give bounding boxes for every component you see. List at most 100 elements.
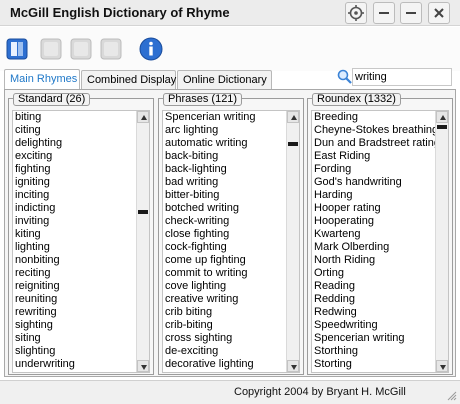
roundex-listbox[interactable]: Breeding Cheyne-Stokes breathing Dun and B… [311, 110, 449, 373]
list-item[interactable]: underwriting [15, 358, 137, 371]
list-item[interactable]: lighting [15, 241, 137, 254]
list-item[interactable]: close fighting [165, 228, 287, 241]
list-item[interactable]: nonbiting [15, 254, 137, 267]
scroll-up-button[interactable] [137, 111, 149, 123]
tab-main-rhymes[interactable]: Main Rhymes [4, 69, 80, 90]
window-title: McGill English Dictionary of Rhyme [10, 5, 230, 20]
dictionary-button[interactable] [4, 36, 30, 62]
list-item[interactable]: East Riding [314, 150, 436, 163]
close-icon [434, 8, 444, 18]
list-item[interactable]: Speedwriting [314, 319, 436, 332]
blank-icon [70, 38, 92, 60]
list-item[interactable]: check-writing [165, 215, 287, 228]
list-item[interactable]: de-exciting [165, 345, 287, 358]
list-item[interactable]: Kwarteng [314, 228, 436, 241]
phrases-group-label: Phrases (121) [163, 93, 243, 106]
list-item[interactable]: Breeding [314, 111, 436, 124]
list-item[interactable]: commit to writing [165, 267, 287, 280]
list-item[interactable]: Storthing [314, 345, 436, 358]
scroll-up-button[interactable] [287, 111, 299, 123]
scroll-thumb[interactable] [437, 125, 447, 129]
list-item[interactable]: cock-fighting [165, 241, 287, 254]
toolbar-button-4[interactable] [98, 36, 124, 62]
list-item[interactable]: crib-biting [165, 319, 287, 332]
list-item[interactable]: sighting [15, 319, 137, 332]
list-item[interactable]: North Riding [314, 254, 436, 267]
maximize-button[interactable] [400, 2, 422, 24]
minimize-button[interactable] [373, 2, 395, 24]
list-item[interactable]: Hooperating [314, 215, 436, 228]
title-bar[interactable]: McGill English Dictionary of Rhyme [0, 0, 460, 26]
list-item[interactable]: Storting [314, 358, 436, 371]
scroll-down-button[interactable] [137, 360, 149, 372]
list-item[interactable]: inciting [15, 189, 137, 202]
list-item[interactable]: Harding [314, 189, 436, 202]
list-item[interactable]: reuniting [15, 293, 137, 306]
list-item[interactable]: Redwing [314, 306, 436, 319]
list-item[interactable]: rewriting [15, 306, 137, 319]
scroll-thumb[interactable] [288, 142, 298, 146]
list-item[interactable]: siting [15, 332, 137, 345]
list-item[interactable]: God's handwriting [314, 176, 436, 189]
close-button[interactable] [428, 2, 450, 24]
info-button[interactable] [138, 36, 164, 62]
arrow-up-icon [440, 115, 446, 120]
search-input[interactable] [352, 68, 452, 86]
list-item[interactable]: Orting [314, 267, 436, 280]
roundex-group: Roundex (1332) Breeding Cheyne-Stokes bre… [307, 93, 453, 375]
list-item[interactable]: botched writing [165, 202, 287, 215]
list-item[interactable]: bad writing [165, 176, 287, 189]
toolbar-button-2[interactable] [38, 36, 64, 62]
list-item[interactable]: Spencerian writing [165, 111, 287, 124]
list-item[interactable]: back-lighting [165, 163, 287, 176]
list-item[interactable]: citing [15, 124, 137, 137]
list-item[interactable]: automatic writing [165, 137, 287, 150]
roundex-scrollbar[interactable] [435, 111, 448, 372]
scroll-down-button[interactable] [436, 360, 448, 372]
list-item[interactable]: crib biting [165, 306, 287, 319]
resize-grip-icon[interactable] [445, 389, 457, 401]
list-item[interactable]: Fording [314, 163, 436, 176]
list-item[interactable]: reciting [15, 267, 137, 280]
blank-icon [40, 38, 62, 60]
phrases-listbox[interactable]: Spencerian writing arc lighting automatic … [162, 110, 300, 373]
list-item[interactable]: arc lighting [165, 124, 287, 137]
list-item[interactable]: inviting [15, 215, 137, 228]
list-item[interactable]: Dun and Bradstreet rating [314, 137, 436, 150]
list-item[interactable]: exciting [15, 150, 137, 163]
tab-combined-display[interactable]: Combined Display [81, 70, 176, 89]
standard-scrollbar[interactable] [136, 111, 149, 372]
list-item[interactable]: bitter-biting [165, 189, 287, 202]
list-item[interactable]: kiting [15, 228, 137, 241]
list-item[interactable]: fighting [15, 163, 137, 176]
list-item[interactable]: Redding [314, 293, 436, 306]
list-item[interactable]: biting [15, 111, 137, 124]
standard-listbox[interactable]: biting citing delighting exciting fighting ig… [12, 110, 150, 373]
list-item[interactable]: come up fighting [165, 254, 287, 267]
gear-icon [348, 5, 364, 21]
list-item[interactable]: Spencerian writing [314, 332, 436, 345]
list-item[interactable]: delighting [15, 137, 137, 150]
tab-online-dictionary[interactable]: Online Dictionary [177, 70, 272, 89]
list-item[interactable]: Mark Olberding [314, 241, 436, 254]
list-item[interactable]: Hooper rating [314, 202, 436, 215]
list-item[interactable]: back-biting [165, 150, 287, 163]
list-item[interactable]: indicting [15, 202, 137, 215]
phrases-scrollbar[interactable] [286, 111, 299, 372]
list-item[interactable]: Reading [314, 280, 436, 293]
list-item[interactable]: igniting [15, 176, 137, 189]
toolbar-button-3[interactable] [68, 36, 94, 62]
options-button[interactable] [345, 2, 367, 24]
scroll-up-button[interactable] [436, 111, 448, 123]
list-item[interactable]: decorative lighting [165, 358, 287, 371]
list-item[interactable]: reigniting [15, 280, 137, 293]
list-item[interactable]: creative writing [165, 293, 287, 306]
list-item[interactable]: slighting [15, 345, 137, 358]
list-item[interactable]: Cheyne-Stokes breathing [314, 124, 436, 137]
list-item[interactable]: cove lighting [165, 280, 287, 293]
scroll-down-button[interactable] [287, 360, 299, 372]
standard-group-label: Standard (26) [13, 93, 91, 106]
arrow-down-icon [141, 365, 147, 370]
scroll-thumb[interactable] [138, 210, 148, 214]
list-item[interactable]: cross sighting [165, 332, 287, 345]
